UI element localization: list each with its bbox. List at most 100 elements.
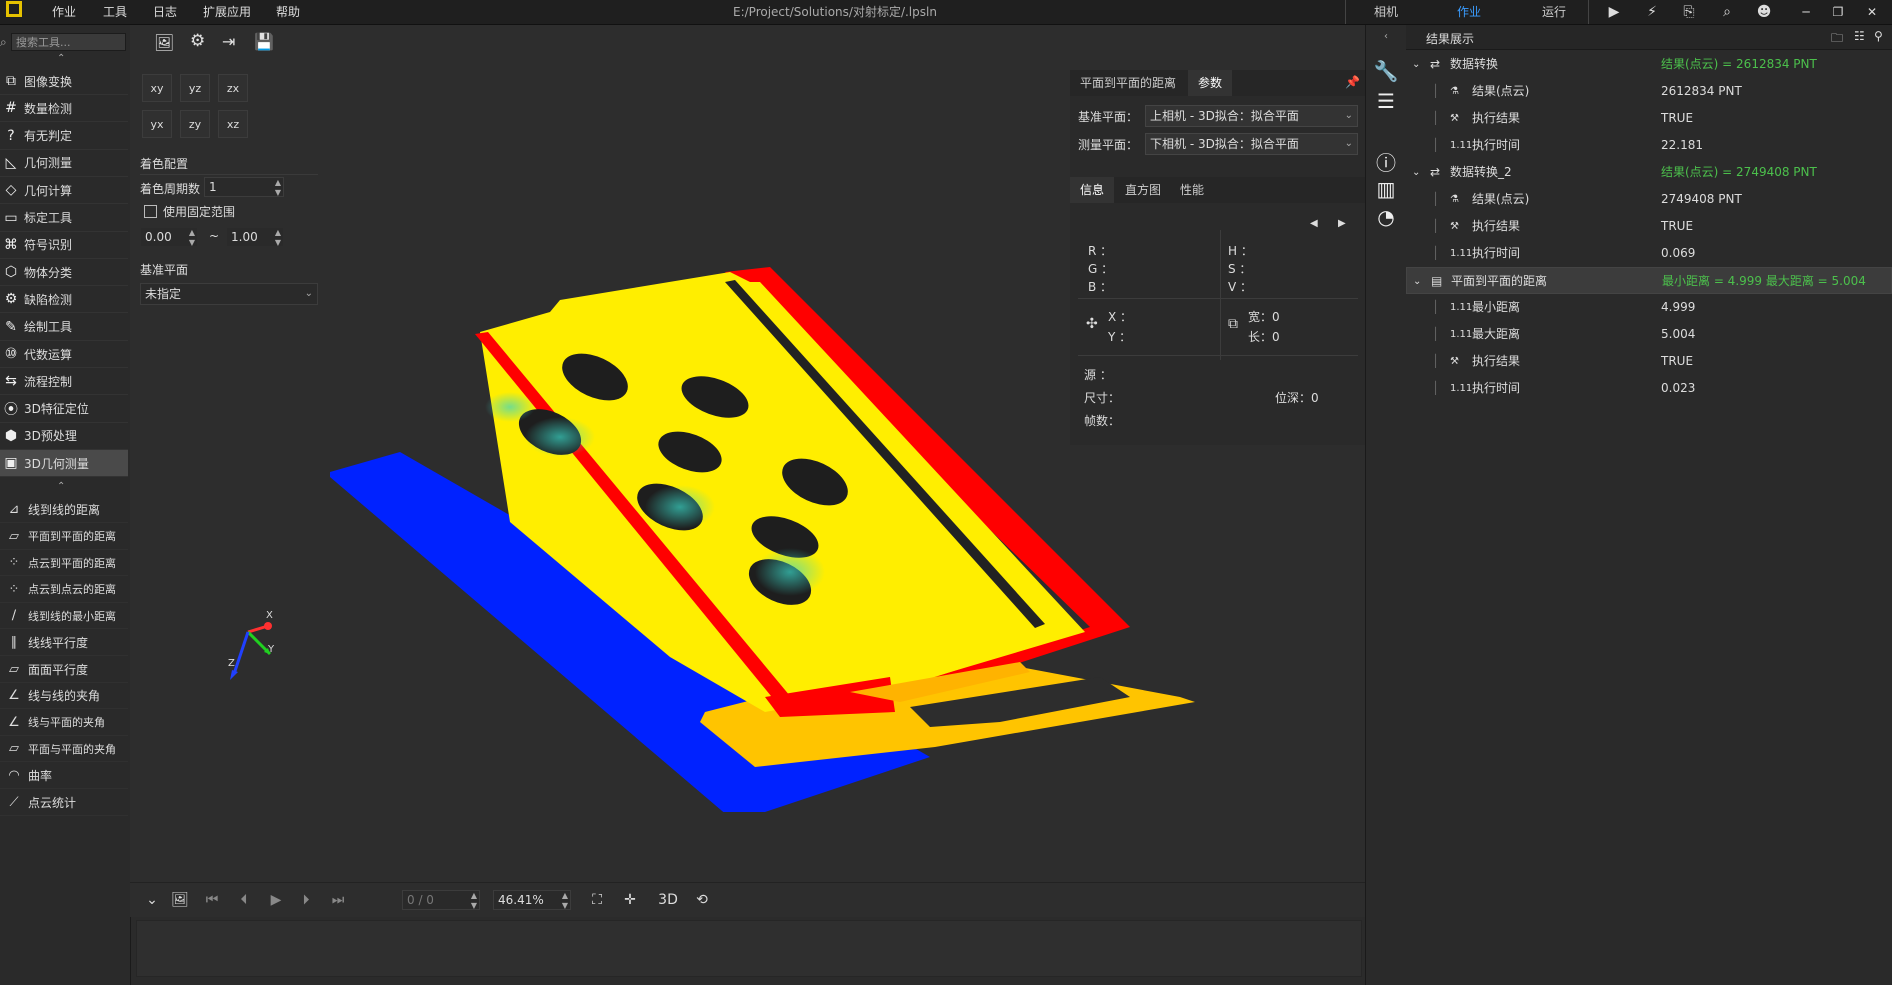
spin-arrows-icon[interactable]: ▲ ▼ — [471, 891, 477, 911]
expand-icon[interactable]: ⌄ — [1412, 159, 1420, 186]
folder-icon[interactable]: 🗀 — [1831, 29, 1843, 50]
category-item[interactable]: ⬢ 3D预处理 — [0, 423, 128, 450]
collapse-icon[interactable]: ‹ — [1366, 25, 1406, 49]
first-frame-icon[interactable]: ⏮ — [200, 888, 224, 912]
menu-tools[interactable]: 工具 — [103, 0, 127, 24]
tool-item[interactable]: ∕ 线到线的最小距离 — [0, 603, 128, 630]
tab-run[interactable]: 运行 — [1528, 0, 1580, 24]
tool-item[interactable]: ▱ 平面与平面的夹角 — [0, 736, 128, 763]
category-item[interactable]: ▭ 标定工具 — [0, 205, 128, 232]
search-icon[interactable]: ⌕ — [1713, 0, 1741, 24]
result-group-row[interactable]: ⌄ ⇄ 数据转换_2 结果(点云) = 2749408 PNT — [1406, 159, 1892, 186]
tool-item[interactable]: ∥ 线线平行度 — [0, 630, 128, 656]
range-min-input[interactable]: 0.00 ▲ ▼ — [140, 227, 198, 247]
category-item[interactable]: ⑩ 代数运算 — [0, 341, 128, 368]
spin-arrows-icon[interactable]: ▲ ▼ — [275, 178, 281, 198]
result-group-row[interactable]: ⌄ ▤ 平面到平面的距离 最小距离 = 4.999 最大距离 = 5.004 — [1406, 267, 1892, 294]
tool-item[interactable]: ◠ 曲率 — [0, 763, 128, 789]
lightning-icon[interactable]: ⚡ — [1638, 0, 1666, 24]
frame-input[interactable]: 0 / 0 ▲ ▼ — [402, 890, 480, 910]
measure-plane-select[interactable]: 下相机 - 3D拟合：拟合平面 ⌄ — [1145, 133, 1358, 155]
menu-extensions[interactable]: 扩展应用 — [203, 0, 251, 24]
crosshair-icon[interactable]: ✛ — [618, 888, 642, 912]
view-yx-button[interactable]: yx — [142, 110, 172, 138]
category-item[interactable]: ⌘ 符号识别 — [0, 232, 128, 259]
category-item[interactable]: ? 有无判定 — [0, 123, 128, 150]
category-item[interactable]: ✎ 绘制工具 — [0, 314, 128, 341]
tab-plane-distance[interactable]: 平面到平面的距离 — [1070, 70, 1186, 96]
result-item-row[interactable]: │ ⚒ 执行结果 TRUE — [1406, 213, 1892, 240]
result-item-row[interactable]: │ 1.11 执行时间 0.023 — [1406, 375, 1892, 402]
chevron-down-icon[interactable]: ⌄ — [140, 888, 164, 912]
minimize-icon[interactable]: ─ — [1792, 0, 1820, 24]
view-xy-button[interactable]: xy — [142, 74, 172, 102]
tab-histogram[interactable]: 直方图 — [1115, 177, 1171, 203]
base-plane-select[interactable]: 上相机 - 3D拟合：拟合平面 ⌄ — [1145, 105, 1358, 127]
result-item-row[interactable]: │ ⚒ 执行结果 TRUE — [1406, 348, 1892, 375]
last-frame-icon[interactable]: ⏭ — [326, 888, 350, 912]
tool-item[interactable]: ∠ 线与平面的夹角 — [0, 710, 128, 736]
tool-item[interactable]: ∠ 线与线的夹角 — [0, 683, 128, 710]
histogram-icon[interactable]: ▥ — [1372, 175, 1400, 203]
result-item-row[interactable]: │ 1.11 最小距离 4.999 — [1406, 294, 1892, 321]
menu-help[interactable]: 帮助 — [276, 0, 300, 24]
fixed-range-checkbox[interactable] — [144, 205, 157, 218]
restore-icon[interactable]: ❐ — [1824, 0, 1852, 24]
expand-icon[interactable]: ⌄ — [1413, 268, 1421, 295]
tab-info[interactable]: 信息 — [1070, 177, 1115, 203]
gauge-icon[interactable]: ◔ — [1372, 203, 1400, 231]
prev-frame-icon[interactable]: ⏴ — [232, 888, 256, 912]
result-item-row[interactable]: │ ⚗ 结果(点云) 2612834 PNT — [1406, 78, 1892, 105]
wrench-icon[interactable]: 🔧 — [1372, 57, 1400, 85]
category-item[interactable]: ⧉ 图像变换 — [0, 68, 128, 95]
spin-arrows-icon[interactable]: ▲ ▼ — [562, 891, 568, 911]
color-period-spinbox[interactable]: 1 ▲ ▼ — [204, 177, 284, 197]
refresh-icon[interactable]: ⟲ — [690, 888, 714, 912]
category-item[interactable]: ◇ 几何计算 — [0, 177, 128, 205]
next-frame-icon[interactable]: ⏵ — [294, 888, 318, 912]
range-max-input[interactable]: 1.00 ▲ ▼ — [226, 227, 284, 247]
info-icon[interactable]: ⓘ — [1372, 147, 1400, 175]
category-item[interactable]: ⚙ 缺陷检测 — [0, 286, 128, 314]
result-item-row[interactable]: │ ⚒ 执行结果 TRUE — [1406, 105, 1892, 132]
base-plane-select[interactable]: 未指定 ⌄ — [140, 283, 318, 305]
gear-icon[interactable]: ⚙ — [190, 31, 205, 51]
category-item[interactable]: ▣ 3D几何测量 — [0, 450, 128, 478]
expand-icon[interactable]: ⌄ — [1412, 51, 1420, 78]
result-item-row[interactable]: │ 1.11 执行时间 22.181 — [1406, 132, 1892, 159]
tool-item[interactable]: ⟋ 点云统计 — [0, 790, 128, 816]
filter-icon[interactable]: ⚲ — [1874, 29, 1883, 43]
gallery-icon[interactable]: 🖼 — [168, 888, 192, 912]
pin-icon[interactable]: 📌 — [1345, 75, 1360, 89]
tool-item[interactable]: ▱ 面面平行度 — [0, 657, 128, 683]
play-icon[interactable]: ▶ — [1600, 0, 1628, 24]
fit-screen-icon[interactable]: ⛶ — [585, 888, 609, 912]
sliders-icon[interactable]: ☰ — [1372, 87, 1400, 115]
list-icon[interactable]: ☷ — [1854, 29, 1865, 43]
close-icon[interactable]: ✕ — [1858, 0, 1886, 24]
tool-item[interactable]: ⁘ 点云到点云的距离 — [0, 577, 128, 603]
result-item-row[interactable]: │ ⚗ 结果(点云) 2749408 PNT — [1406, 186, 1892, 213]
export-icon[interactable]: ⇥ — [222, 32, 235, 51]
result-item-row[interactable]: │ 1.11 执行时间 0.069 — [1406, 240, 1892, 267]
scroll-up-icon[interactable]: ⌃ — [57, 53, 65, 64]
category-item[interactable]: ⬡ 物体分类 — [0, 259, 128, 287]
play-icon[interactable]: ▶ — [264, 888, 288, 912]
tool-item[interactable]: ▱ 平面到平面的距离 — [0, 524, 128, 550]
prev-icon[interactable]: ◀ — [1310, 218, 1318, 229]
spin-arrows-icon[interactable]: ▲ ▼ — [275, 228, 281, 248]
view-xz-button[interactable]: xz — [218, 110, 248, 138]
tab-performance[interactable]: 性能 — [1170, 177, 1214, 203]
tab-camera[interactable]: 相机 — [1360, 0, 1412, 24]
view-yz-button[interactable]: yz — [180, 74, 210, 102]
menu-job[interactable]: 作业 — [52, 0, 76, 24]
menu-log[interactable]: 日志 — [153, 0, 177, 24]
3d-mode-button[interactable]: 3D — [652, 888, 684, 912]
tab-job[interactable]: 作业 — [1443, 0, 1495, 24]
tab-params[interactable]: 参数 — [1188, 70, 1233, 96]
scroll-up-icon[interactable]: ⌃ — [57, 481, 65, 492]
spin-arrows-icon[interactable]: ▲ ▼ — [189, 228, 195, 248]
image-icon[interactable]: 🖼 — [154, 33, 174, 52]
user-icon[interactable]: ☻ — [1750, 0, 1778, 24]
result-item-row[interactable]: │ 1.11 最大距离 5.004 — [1406, 321, 1892, 348]
